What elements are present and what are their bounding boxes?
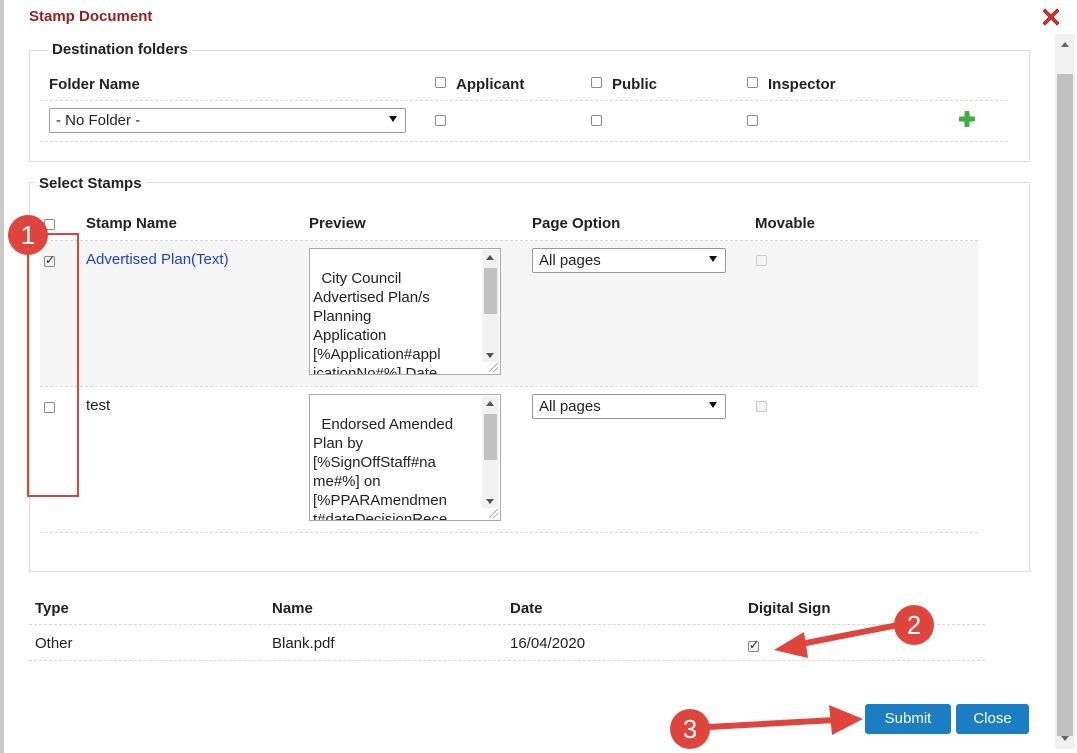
inspector-checkbox[interactable] xyxy=(747,115,758,126)
digital-sign-checkbox[interactable] xyxy=(748,638,759,652)
applicant-header: Applicant xyxy=(456,76,525,93)
annotation-arrow-3 xyxy=(706,705,863,735)
movable-checkbox[interactable] xyxy=(756,255,767,266)
stamp-name-header: Stamp Name xyxy=(86,215,177,232)
applicant-checkbox[interactable] xyxy=(435,115,446,126)
stamp-name-link[interactable]: Advertised Plan(Text) xyxy=(86,251,229,268)
select-stamps-legend: Select Stamps xyxy=(35,175,146,192)
row-divider xyxy=(40,532,978,533)
annotation-arrow-2 xyxy=(774,622,901,658)
destination-folders-panel xyxy=(29,50,1030,162)
dropdown-arrow-icon xyxy=(389,116,397,122)
scrollbar-thumb[interactable] xyxy=(1057,74,1073,736)
row-divider xyxy=(40,100,1008,101)
destination-folders-legend: Destination folders xyxy=(48,41,192,58)
preview-scrollbar[interactable] xyxy=(482,250,499,362)
page-option-value: All pages xyxy=(539,398,601,415)
name-header: Name xyxy=(272,600,313,617)
page-option-value: All pages xyxy=(539,252,601,269)
document-name-cell: Blank.pdf xyxy=(272,635,335,652)
dropdown-arrow-icon xyxy=(709,402,717,408)
annotation-badge-3: 3 xyxy=(670,709,710,749)
add-folder-plus-icon[interactable] xyxy=(958,110,976,128)
type-header: Type xyxy=(35,600,69,617)
document-date-cell: 16/04/2020 xyxy=(510,635,586,652)
background-page-strip xyxy=(0,0,4,753)
public-checkbox[interactable] xyxy=(591,115,602,126)
folder-select[interactable]: - No Folder - xyxy=(49,108,406,133)
folder-name-header: Folder Name xyxy=(49,76,140,93)
date-header: Date xyxy=(510,600,543,617)
stamp-preview-text: Endorsed Amended Plan by [%SignOffStaff#… xyxy=(313,416,454,521)
scroll-up-icon[interactable] xyxy=(1061,42,1069,47)
folder-select-value: - No Folder - xyxy=(56,112,141,129)
preview-scrollbar[interactable] xyxy=(482,396,499,508)
dropdown-arrow-icon xyxy=(709,256,717,262)
stamp-preview-text: City Council Advertised Plan/s Planning … xyxy=(313,270,441,375)
stamp-preview-textarea[interactable]: City Council Advertised Plan/s Planning … xyxy=(309,248,501,375)
resize-grip-icon[interactable] xyxy=(489,363,498,372)
annotation-badge-2: 2 xyxy=(894,605,934,645)
row-divider xyxy=(40,386,978,387)
dialog-scrollbar[interactable] xyxy=(1055,34,1075,749)
dialog-title: Stamp Document xyxy=(29,8,153,25)
stamp-preview-textarea[interactable]: Endorsed Amended Plan by [%SignOffStaff#… xyxy=(309,394,501,521)
public-header-checkbox[interactable] xyxy=(591,77,602,88)
public-header: Public xyxy=(612,76,658,93)
preview-header: Preview xyxy=(309,215,366,232)
close-icon[interactable] xyxy=(1039,5,1063,29)
page-option-header: Page Option xyxy=(532,215,621,232)
movable-header: Movable xyxy=(755,215,816,232)
inspector-header-checkbox[interactable] xyxy=(747,77,758,88)
document-type-cell: Other xyxy=(35,635,73,652)
scroll-down-icon[interactable] xyxy=(1061,736,1069,741)
stamp-name-link[interactable]: test xyxy=(86,397,110,414)
row-divider xyxy=(29,660,985,661)
annotation-highlight-box xyxy=(27,233,79,497)
submit-button[interactable]: Submit xyxy=(865,704,951,734)
close-button[interactable]: Close xyxy=(956,704,1029,734)
row-divider xyxy=(40,141,1008,142)
applicant-header-checkbox[interactable] xyxy=(435,77,446,88)
annotation-badge-1: 1 xyxy=(8,215,48,255)
page-option-select[interactable]: All pages xyxy=(532,248,726,273)
page-option-select[interactable]: All pages xyxy=(532,394,726,419)
inspector-header: Inspector xyxy=(768,76,836,93)
movable-checkbox[interactable] xyxy=(756,401,767,412)
resize-grip-icon[interactable] xyxy=(489,509,498,518)
